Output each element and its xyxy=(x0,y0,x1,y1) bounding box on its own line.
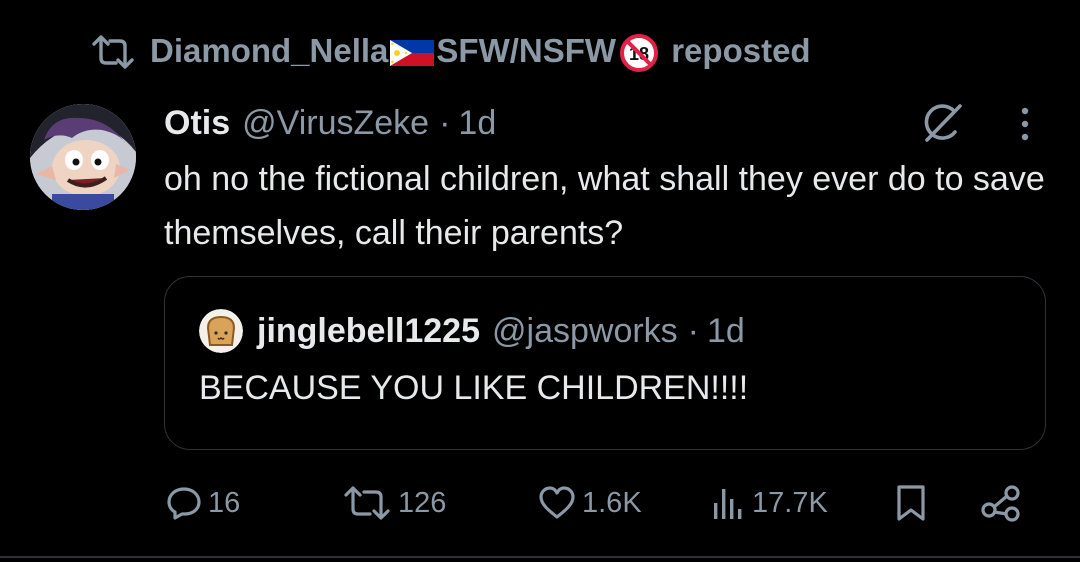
avatar[interactable] xyxy=(30,104,136,210)
separator-dot: · xyxy=(687,311,699,350)
reply-count: 16 xyxy=(208,486,241,519)
quoted-post[interactable]: jinglebell1225 @jaspworks · 1d BECAUSE Y… xyxy=(164,276,1046,450)
quoted-post-text: BECAUSE YOU LIKE CHILDREN!!!! xyxy=(199,369,749,407)
quoted-post-header: jinglebell1225 @jaspworks · 1d xyxy=(199,307,745,355)
divider xyxy=(0,556,1080,558)
quoted-display-name[interactable]: jinglebell1225 xyxy=(257,312,480,351)
views-button[interactable]: 17.7K xyxy=(712,478,828,528)
repost-icon xyxy=(342,485,392,521)
share-button[interactable] xyxy=(980,478,1022,528)
like-button[interactable]: 1.6K xyxy=(538,478,642,528)
separator-dot: · xyxy=(439,103,451,142)
repost-icon xyxy=(90,34,136,70)
view-count: 17.7K xyxy=(752,486,828,519)
post-time[interactable]: 1d xyxy=(458,104,496,143)
repost-label: reposted xyxy=(671,31,811,69)
views-icon xyxy=(712,485,746,521)
reply-button[interactable]: 16 xyxy=(166,478,240,528)
repost-user-suffix: SFW/NSFW xyxy=(436,31,617,69)
quoted-user-handle[interactable]: @jaspworks xyxy=(492,312,678,351)
action-bar: 16 126 1.6K 17.7K xyxy=(0,478,1080,528)
no-under-18-icon: 18 xyxy=(620,34,659,73)
grok-icon[interactable] xyxy=(918,100,968,146)
user-handle[interactable]: @VirusZeke xyxy=(242,104,429,143)
display-name[interactable]: Otis xyxy=(164,104,230,143)
heart-icon xyxy=(538,485,576,521)
reply-icon xyxy=(166,485,202,521)
repost-count: 126 xyxy=(398,486,447,519)
like-count: 1.6K xyxy=(582,486,642,519)
repost-button[interactable]: 126 xyxy=(342,478,446,528)
toast-avatar xyxy=(199,309,243,353)
repost-context[interactable]: Diamond_Nella SFW/NSFW18 reposted xyxy=(90,30,811,74)
share-icon xyxy=(980,484,1022,522)
quoted-post-time[interactable]: 1d xyxy=(707,312,745,351)
post-header: Otis @VirusZeke · 1d xyxy=(164,100,496,146)
philippines-flag-icon xyxy=(390,40,435,67)
more-vertical-icon[interactable] xyxy=(1010,104,1040,144)
bookmark-icon xyxy=(894,483,928,523)
repost-user-name[interactable]: Diamond_Nella xyxy=(150,32,388,69)
post-text: oh no the fictional children, what shall… xyxy=(164,160,1045,252)
bookmark-button[interactable] xyxy=(894,478,928,528)
